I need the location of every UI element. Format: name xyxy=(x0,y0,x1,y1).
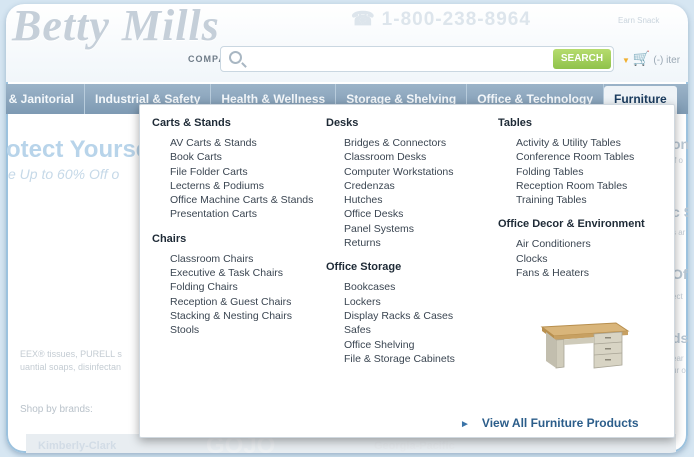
menu-link[interactable]: Book Carts xyxy=(170,150,313,164)
hero-title: otect Yourse xyxy=(6,136,150,163)
search-input[interactable] xyxy=(249,50,549,68)
menu-link[interactable]: Classroom Chairs xyxy=(170,252,313,266)
menu-group-title[interactable]: Office Decor & Environment xyxy=(498,218,645,230)
menu-link[interactable]: Lockers xyxy=(344,295,455,309)
menu-group-list: AV Carts & Stands Book Carts File Folder… xyxy=(170,136,313,222)
brand-georgia-pacific[interactable]: Georgia-Pacific xyxy=(374,440,455,452)
menu-link[interactable]: Presentation Carts xyxy=(170,207,313,221)
hero-body-line: EEX® tissues, PURELL s xyxy=(20,349,122,359)
menu-link[interactable]: Office Machine Carts & Stands xyxy=(170,193,313,207)
menu-group-list: Bookcases Lockers Display Racks & Cases … xyxy=(344,280,455,366)
office-desk-image[interactable] xyxy=(534,313,630,371)
menu-link[interactable]: Conference Room Tables xyxy=(516,150,645,164)
menu-link[interactable]: Office Shelving xyxy=(344,338,455,352)
view-all-furniture-link[interactable]: ► View All Furniture Products xyxy=(460,416,639,430)
menu-link[interactable]: Bookcases xyxy=(344,280,455,294)
shopping-cart-icon: 🛒 xyxy=(632,50,651,66)
nav-item-janitorial[interactable]: g & Janitorial xyxy=(6,84,86,114)
menu-group-title[interactable]: Chairs xyxy=(152,233,313,245)
menu-group-list: Activity & Utility Tables Conference Roo… xyxy=(516,136,645,207)
menu-column: Desks Bridges & Connectors Classroom Des… xyxy=(326,117,455,366)
earn-snack-link[interactable]: Earn Snack xyxy=(618,16,659,25)
menu-link[interactable]: Folding Tables xyxy=(516,165,645,179)
search-icon xyxy=(229,51,242,64)
menu-link[interactable]: Folding Chairs xyxy=(170,280,313,294)
menu-link[interactable]: Training Tables xyxy=(516,193,645,207)
menu-link[interactable]: Computer Workstations xyxy=(344,165,455,179)
hero-body-line: uantial soaps, disinfectan xyxy=(20,362,122,372)
menu-link[interactable]: Stools xyxy=(170,323,313,337)
chevron-down-icon: ▼ xyxy=(622,56,630,65)
search-box: SEARCH xyxy=(220,46,614,72)
menu-link[interactable]: Credenzas xyxy=(344,179,455,193)
menu-link[interactable]: Activity & Utility Tables xyxy=(516,136,645,150)
menu-link[interactable]: Reception & Guest Chairs xyxy=(170,295,313,309)
view-all-label: View All Furniture Products xyxy=(481,416,639,430)
menu-link[interactable]: Clocks xyxy=(516,252,645,266)
phone-number: ☎ 1-800-238-8964 xyxy=(351,8,531,31)
brand-kimberly-clark[interactable]: Kimberly-Clark xyxy=(38,440,116,452)
phone-icon: ☎ xyxy=(351,9,376,30)
arrow-right-icon: ► xyxy=(460,419,470,430)
menu-column: Tables Activity & Utility Tables Confere… xyxy=(498,117,645,280)
menu-link[interactable]: Executive & Task Chairs xyxy=(170,266,313,280)
menu-group-list: Classroom Chairs Executive & Task Chairs… xyxy=(170,252,313,338)
menu-group-list: Air Conditioners Clocks Fans & Heaters xyxy=(516,237,645,280)
hero-body: EEX® tissues, PURELL s uantial soaps, di… xyxy=(20,348,122,374)
menu-group-title[interactable]: Office Storage xyxy=(326,261,455,273)
menu-link[interactable]: Hutches xyxy=(344,193,455,207)
menu-link[interactable]: AV Carts & Stands xyxy=(170,136,313,150)
site-header: Betty Mills COMPANY ☎ 1-800-238-8964 Earn… xyxy=(6,4,688,82)
menu-link[interactable]: File Folder Carts xyxy=(170,165,313,179)
menu-column: Carts & Stands AV Carts & Stands Book Ca… xyxy=(152,117,313,338)
menu-link[interactable]: Bridges & Connectors xyxy=(344,136,455,150)
menu-group-list: Bridges & Connectors Classroom Desks Com… xyxy=(344,136,455,250)
cart-summary[interactable]: ▼ 🛒 (-) iter xyxy=(622,50,680,67)
cart-count: (-) iter xyxy=(653,55,681,66)
menu-link[interactable]: Display Racks & Cases xyxy=(344,309,455,323)
menu-link[interactable]: File & Storage Cabinets xyxy=(344,352,455,366)
phone-text: 1-800-238-8964 xyxy=(381,9,531,30)
menu-link[interactable]: Stacking & Nesting Chairs xyxy=(170,309,313,323)
furniture-mega-menu: Carts & Stands AV Carts & Stands Book Ca… xyxy=(139,104,675,438)
menu-group-title[interactable]: Tables xyxy=(498,117,645,129)
shop-by-brands-label: Shop by brands: xyxy=(20,404,93,415)
menu-link[interactable]: Lecterns & Podiums xyxy=(170,179,313,193)
menu-link[interactable]: Returns xyxy=(344,236,455,250)
site-logo[interactable]: Betty Mills xyxy=(12,4,220,51)
hero-subtitle: e Up to 60% Off o xyxy=(8,166,120,182)
menu-link[interactable]: Reception Room Tables xyxy=(516,179,645,193)
menu-link[interactable]: Panel Systems xyxy=(344,222,455,236)
menu-group-title[interactable]: Desks xyxy=(326,117,455,129)
menu-link[interactable]: Classroom Desks xyxy=(344,150,455,164)
menu-link[interactable]: Air Conditioners xyxy=(516,237,645,251)
menu-link[interactable]: Fans & Heaters xyxy=(516,266,645,280)
search-button[interactable]: SEARCH xyxy=(553,49,611,69)
menu-group-title[interactable]: Carts & Stands xyxy=(152,117,313,129)
menu-link[interactable]: Safes xyxy=(344,323,455,337)
menu-link[interactable]: Office Desks xyxy=(344,207,455,221)
